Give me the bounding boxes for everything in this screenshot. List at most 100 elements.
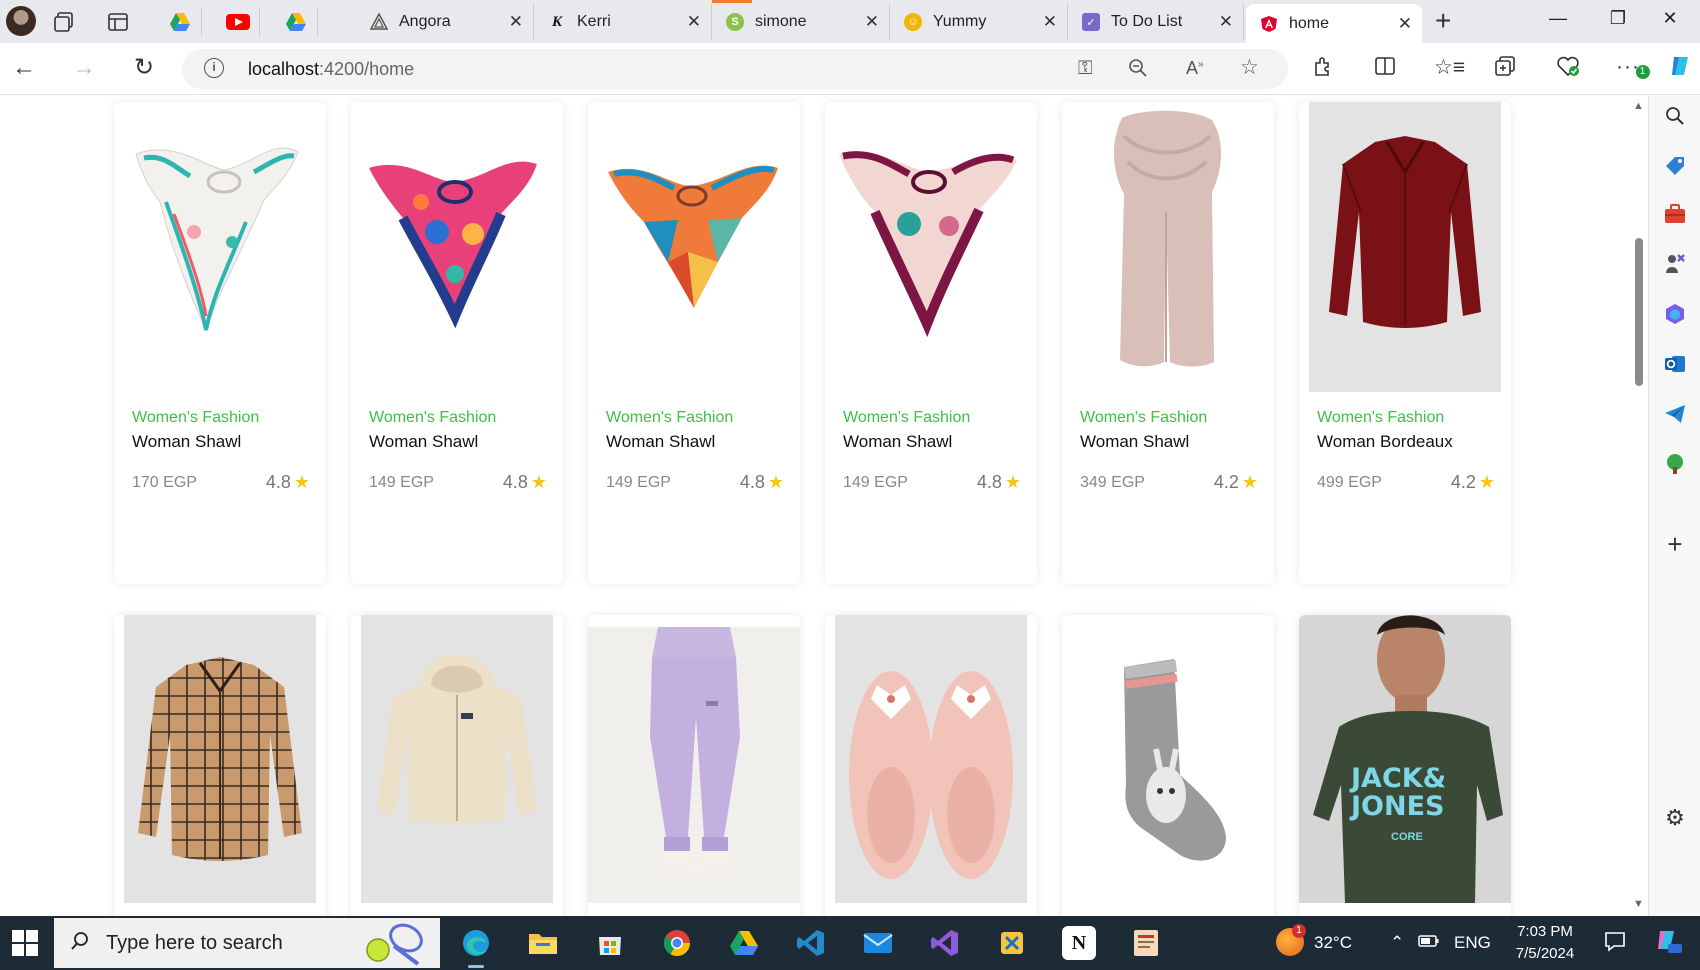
tab-actions-icon[interactable]: [106, 10, 130, 34]
games-icon[interactable]: [1663, 252, 1687, 276]
url-text[interactable]: localhost:4200/home: [248, 59, 414, 80]
close-tab-icon[interactable]: ✕: [1219, 12, 1233, 32]
scroll-down-arrow-icon[interactable]: ▼: [1633, 898, 1644, 910]
close-tab-icon[interactable]: ✕: [509, 12, 523, 32]
tools-briefcase-icon[interactable]: [1663, 202, 1687, 226]
product-card[interactable]: Women's Fashion Woman Shawl 149 EGP 4.8 ★: [351, 102, 563, 584]
tab-kerri[interactable]: K Kerri ✕: [534, 4, 712, 40]
settings-more-icon[interactable]: ···1: [1616, 55, 1650, 79]
close-tab-icon[interactable]: ✕: [687, 12, 701, 32]
product-card[interactable]: [588, 615, 800, 916]
tab-to-do-list[interactable]: ✓ To Do List ✕: [1068, 4, 1244, 40]
product-card[interactable]: Women's Fashion Woman Shawl 149 EGP 4.8 ★: [588, 102, 800, 584]
close-tab-icon[interactable]: ✕: [1398, 14, 1412, 34]
notifications-icon[interactable]: [1604, 930, 1626, 957]
outlook-icon[interactable]: [1663, 352, 1687, 376]
weather-temperature[interactable]: 32°C: [1314, 933, 1352, 953]
key-icon[interactable]: ⚿: [1078, 58, 1092, 80]
collections-icon[interactable]: [1494, 55, 1516, 83]
workspaces-icon[interactable]: [52, 10, 76, 34]
product-card[interactable]: [825, 615, 1037, 916]
taskbar-file-explorer-icon[interactable]: [526, 926, 560, 960]
product-card[interactable]: Women's Fashion Woman Shawl 170 EGP 4.8 ★: [114, 102, 326, 584]
copilot-icon[interactable]: [1668, 53, 1694, 85]
product-card[interactable]: [351, 615, 563, 916]
battery-icon[interactable]: [1418, 933, 1440, 954]
taskbar-chrome-icon[interactable]: [660, 926, 694, 960]
pinned-tab-google-drive[interactable]: [158, 8, 202, 36]
product-card[interactable]: [114, 615, 326, 916]
scrollbar-thumb[interactable]: [1635, 238, 1643, 386]
to-do-list-favicon-icon: ✓: [1082, 13, 1100, 31]
product-card[interactable]: Women's Fashion Woman Shawl 349 EGP 4.2 ★: [1062, 102, 1274, 584]
taskbar-notion-icon[interactable]: N: [1062, 926, 1096, 960]
product-card[interactable]: [1062, 615, 1274, 916]
copilot-preview-icon[interactable]: [1654, 928, 1682, 959]
tshirt-print-text: JACK& JONES: [1351, 763, 1447, 822]
taskbar-google-drive-icon[interactable]: [727, 926, 761, 960]
tab-angora[interactable]: Angora ✕: [356, 4, 534, 40]
product-price: 349 EGP: [1080, 474, 1145, 491]
product-card[interactable]: Women's Fashion Woman Shawl 149 EGP 4.8 ★: [825, 102, 1037, 584]
notification-badge: 1: [1635, 65, 1650, 79]
taskbar-visual-studio-icon[interactable]: [928, 926, 962, 960]
taskbar-microsoft-store-icon[interactable]: [593, 926, 627, 960]
site-info-icon[interactable]: i: [204, 58, 224, 78]
add-sidebar-app-icon[interactable]: +: [1663, 529, 1687, 559]
language-indicator[interactable]: ENG: [1454, 933, 1491, 953]
favorites-icon[interactable]: ☆≡: [1434, 55, 1465, 80]
favorite-star-icon[interactable]: ☆: [1240, 55, 1259, 80]
taskbar-tools-app-icon[interactable]: [995, 926, 1029, 960]
new-tab-button[interactable]: +: [1435, 7, 1451, 35]
shopping-tag-icon[interactable]: [1663, 154, 1687, 178]
taskbar-edge-icon[interactable]: [459, 926, 493, 968]
telegram-send-icon[interactable]: [1663, 402, 1687, 426]
close-tab-icon[interactable]: ✕: [1043, 12, 1057, 32]
product-name: Woman Shawl: [132, 432, 242, 451]
tab-simone[interactable]: S simone ✕: [712, 0, 890, 40]
page-scrollbar[interactable]: ▲ ▼: [1630, 96, 1648, 916]
pinned-tab-google-drive-2[interactable]: [274, 8, 318, 36]
product-image-grey-sock: [1062, 615, 1274, 903]
profile-avatar[interactable]: [6, 6, 36, 36]
minimize-button[interactable]: —: [1528, 8, 1588, 29]
split-screen-icon[interactable]: [1374, 55, 1396, 83]
tab-home[interactable]: home ✕: [1246, 4, 1422, 43]
tab-yummy[interactable]: ☺ Yummy ✕: [890, 4, 1068, 40]
read-aloud-icon[interactable]: A»: [1186, 58, 1204, 79]
product-card[interactable]: JACK& JONES CORE: [1299, 615, 1511, 916]
taskbar-vscode-icon[interactable]: [794, 926, 828, 960]
pinned-tab-youtube[interactable]: [216, 8, 260, 36]
microsoft-365-icon[interactable]: [1663, 302, 1687, 326]
search-placeholder: Type here to search: [106, 932, 283, 954]
restore-button[interactable]: ❐: [1588, 8, 1648, 29]
extensions-icon[interactable]: [1312, 55, 1334, 83]
product-category: Women's Fashion: [369, 409, 497, 426]
product-card[interactable]: Women's Fashion Woman Bordeaux 499 EGP 4…: [1299, 102, 1511, 584]
sidebar-settings-gear-icon[interactable]: ⚙: [1663, 805, 1687, 830]
sidebar-search-icon[interactable]: [1663, 104, 1687, 128]
browser-essentials-icon[interactable]: [1556, 55, 1580, 83]
forward-button[interactable]: →: [68, 55, 100, 81]
tree-app-icon[interactable]: [1663, 452, 1687, 476]
taskbar-clock[interactable]: 7:03 PM 7/5/2024: [1500, 921, 1590, 965]
tray-chevron-up-icon[interactable]: ⌃: [1390, 933, 1404, 953]
refresh-button[interactable]: ↻: [128, 55, 160, 81]
scroll-up-arrow-icon[interactable]: ▲: [1633, 100, 1644, 112]
product-rating: 4.2 ★: [1214, 472, 1258, 493]
product-price: 149 EGP: [606, 474, 671, 491]
google-drive-icon: [169, 13, 190, 31]
back-button[interactable]: ←: [8, 55, 40, 81]
taskbar-search-box[interactable]: Type here to search: [54, 918, 440, 968]
zoom-icon[interactable]: [1128, 58, 1148, 84]
close-window-button[interactable]: ✕: [1640, 8, 1700, 29]
product-price: 149 EGP: [843, 474, 908, 491]
search-icon: [70, 931, 90, 957]
close-tab-icon[interactable]: ✕: [865, 12, 879, 32]
windows-start-icon[interactable]: [12, 930, 38, 956]
product-price: 149 EGP: [369, 474, 434, 491]
tab-title: Angora: [399, 13, 451, 30]
taskbar-mail-icon[interactable]: [861, 926, 895, 960]
address-bar[interactable]: i localhost:4200/home ⚿ A» ☆: [182, 49, 1288, 89]
taskbar-document-app-icon[interactable]: [1129, 926, 1163, 960]
